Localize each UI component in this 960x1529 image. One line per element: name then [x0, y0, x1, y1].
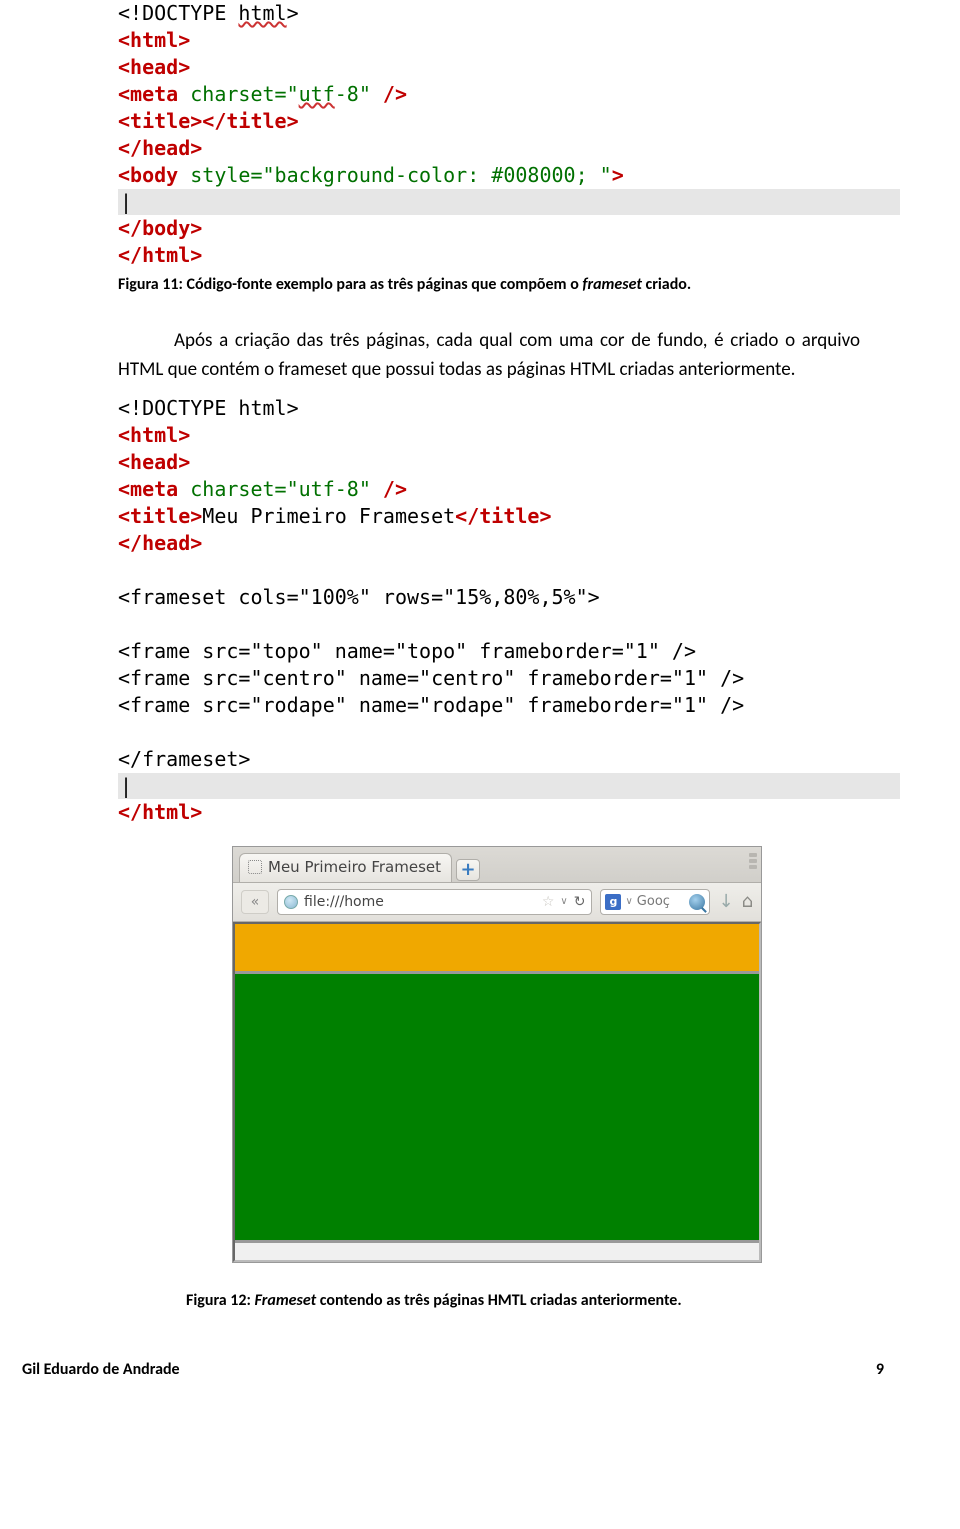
tab-title: Meu Primeiro Frameset: [268, 858, 441, 876]
code-text: "utf-8": [287, 82, 371, 106]
page-icon: [248, 860, 262, 874]
code-block-2: <!DOCTYPE html> <html> <head> <meta char…: [0, 395, 960, 826]
code-block-1: <!DOCTYPE html> <html> <head> <meta char…: [0, 0, 960, 269]
bookmark-icon[interactable]: ☆: [542, 894, 555, 910]
globe-icon: [284, 895, 298, 909]
footer-page-number: 9: [876, 1360, 884, 1379]
code-text: </head>: [118, 531, 202, 555]
url-text: file:///home: [304, 894, 536, 910]
new-tab-button[interactable]: +: [456, 859, 480, 881]
browser-tab[interactable]: Meu Primeiro Frameset: [239, 853, 452, 882]
window-drag-handle: [749, 853, 757, 869]
code-text: <frame src="centro" name="centro" frameb…: [118, 666, 744, 690]
code-text: <!DOCTYPE html>: [118, 1, 299, 25]
browser-window: Meu Primeiro Frameset + « file:///home ☆…: [232, 846, 762, 1263]
search-input[interactable]: g ∨ Gooç: [600, 889, 710, 915]
code-text: <meta: [118, 477, 190, 501]
paragraph-text: Após a criação das três páginas, cada qu…: [0, 326, 960, 385]
frameset-preview: [233, 922, 761, 1262]
code-text: <html>: [118, 423, 190, 447]
code-text: <frame src="topo" name="topo" frameborde…: [118, 639, 696, 663]
code-text: <title>: [118, 504, 202, 528]
code-text: </html>: [118, 243, 202, 267]
search-icon[interactable]: [689, 894, 705, 910]
code-text: >: [612, 163, 624, 187]
code-text: </title>: [455, 504, 551, 528]
editor-cursor-line: |: [118, 189, 900, 215]
code-text: style=: [190, 163, 262, 187]
download-icon[interactable]: ↓: [718, 891, 733, 912]
chevron-down-icon[interactable]: ∨: [625, 896, 632, 907]
code-text: <!DOCTYPE html>: [118, 396, 299, 420]
code-text: <frame src="rodape" name="rodape" frameb…: [118, 693, 744, 717]
figure-caption-12: Figura 12: Frameset contendo as três pág…: [0, 1291, 960, 1310]
code-text: </frameset>: [118, 747, 250, 771]
code-text: <html>: [118, 28, 190, 52]
back-button[interactable]: «: [241, 890, 269, 914]
code-text: <frameset cols="100%" rows="15%,80%,5%">: [118, 585, 600, 609]
chevron-down-icon[interactable]: ∨: [560, 896, 567, 907]
code-text: <head>: [118, 450, 190, 474]
code-text: "background-color: #008000; ": [263, 163, 612, 187]
code-text: <meta: [118, 82, 190, 106]
code-text: <body: [118, 163, 190, 187]
figure-caption-11: Figura 11: Código-fonte exemplo para as …: [0, 275, 960, 294]
code-text: </body>: [118, 216, 202, 240]
code-text: charset=: [190, 477, 286, 501]
code-text: </html>: [118, 800, 202, 824]
browser-tabbar: Meu Primeiro Frameset +: [233, 847, 761, 883]
frame-centro: [235, 974, 759, 1243]
home-icon[interactable]: ⌂: [742, 891, 753, 912]
url-input[interactable]: file:///home ☆ ∨ ↻: [277, 889, 592, 915]
frame-topo: [235, 924, 759, 974]
search-placeholder: Gooç: [637, 894, 686, 909]
code-text: />: [371, 477, 407, 501]
code-text: "utf-8": [287, 477, 371, 501]
footer-author: Gil Eduardo de Andrade: [22, 1360, 180, 1379]
browser-toolbar: « file:///home ☆ ∨ ↻ g ∨ Gooç ↓ ⌂: [233, 883, 761, 922]
code-text: />: [371, 82, 407, 106]
code-text: charset=: [190, 82, 286, 106]
frame-rodape: [235, 1243, 759, 1260]
code-text: <title></title>: [118, 109, 299, 133]
editor-cursor-line: |: [118, 773, 900, 799]
code-text: <head>: [118, 55, 190, 79]
page-footer: Gil Eduardo de Andrade 9: [0, 1310, 960, 1379]
reload-icon[interactable]: ↻: [574, 894, 586, 910]
code-text: Meu Primeiro Frameset: [202, 504, 455, 528]
google-badge-icon: g: [605, 894, 621, 910]
code-text: </head>: [118, 136, 202, 160]
